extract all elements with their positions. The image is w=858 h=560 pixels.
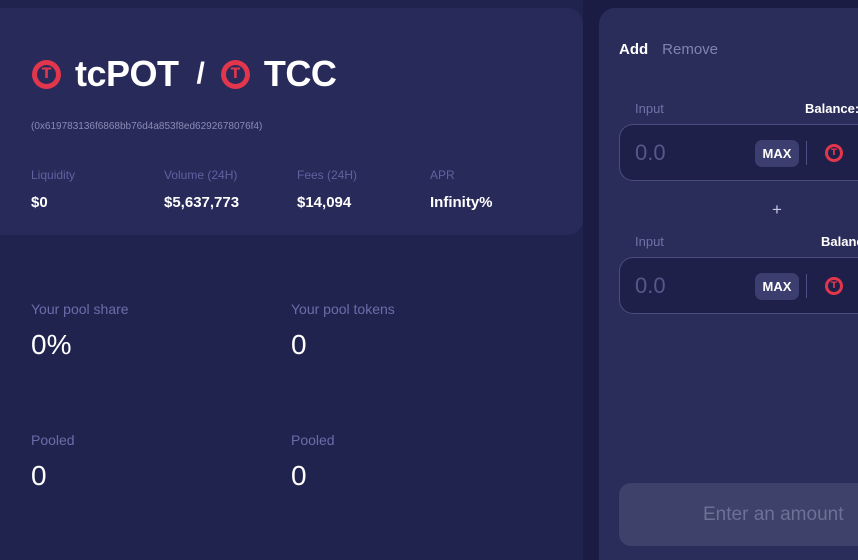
tcpot-token-icon [32,59,61,89]
stat-label: APR [430,168,455,182]
input-2-box: MAX [619,257,858,314]
pool-share: Your pool share 0% [31,301,129,361]
input-1-label: Input [635,101,664,116]
stat-value: Infinity% [430,194,493,211]
input-2-balance: Balance [821,234,858,249]
pair-stats: Liquidity $0 Volume (24H) $5,637,773 Fee… [31,168,563,211]
plus-icon: + [772,200,782,219]
pool-tokens-value: 0 [291,329,307,360]
divider [806,274,807,298]
pooled-label: Pooled [291,432,335,448]
input-1-balance: Balance: [805,101,858,116]
tab-add[interactable]: Add [619,41,648,58]
max-button[interactable]: MAX [755,273,799,300]
pooled-label: Pooled [31,432,75,448]
pooled-value: 0 [291,460,307,491]
stat-label: Liquidity [31,168,76,182]
stat-value: $14,094 [297,194,352,211]
stat-label: Fees (24H) [297,168,358,182]
divider [806,141,807,165]
pooled-token-b: Pooled 0 [291,432,335,492]
token-a-name: tcPOT [75,53,179,94]
pool-info-panel: tcPOT / TCC (0x619783136f6868bb76d4a853f… [0,0,583,560]
stat-apr: APR Infinity% [430,168,563,211]
token-select-icon[interactable] [825,144,843,162]
pool-share-value: 0% [31,329,72,360]
pooled-token-a: Pooled 0 [31,432,75,492]
amount-input-2[interactable] [635,273,745,299]
stat-value: $0 [31,194,48,211]
stat-fees: Fees (24H) $14,094 [297,168,430,211]
pair-separator: / [196,57,205,90]
token-select-icon[interactable] [825,277,843,295]
tab-remove[interactable]: Remove [662,41,718,58]
token-b-name: TCC [263,53,337,94]
amount-input-1[interactable] [635,140,745,166]
stat-liquidity: Liquidity $0 [31,168,164,211]
pair-card: tcPOT / TCC (0x619783136f6868bb76d4a853f… [0,8,583,235]
pooled-value: 0 [31,460,47,491]
liquidity-tabs: Add Remove [619,41,718,58]
pool-share-label: Your pool share [31,301,129,317]
pool-tokens: Your pool tokens 0 [291,301,395,361]
stat-label: Volume (24H) [164,168,238,182]
stat-volume: Volume (24H) $5,637,773 [164,168,297,211]
pair-title: tcPOT / TCC [32,53,337,94]
input-1-box: MAX [619,124,858,181]
liquidity-form-panel: Add Remove Input Balance: MAX + Input Ba… [599,8,858,560]
tcc-token-icon [220,59,250,89]
enter-amount-button[interactable]: Enter an amount [619,483,858,546]
pair-address[interactable]: (0x619783136f6868bb76d4a853f8ed629267807… [31,121,262,132]
pool-tokens-label: Your pool tokens [291,301,395,317]
input-2-label: Input [635,234,664,249]
stat-value: $5,637,773 [164,194,240,211]
max-button[interactable]: MAX [755,140,799,167]
